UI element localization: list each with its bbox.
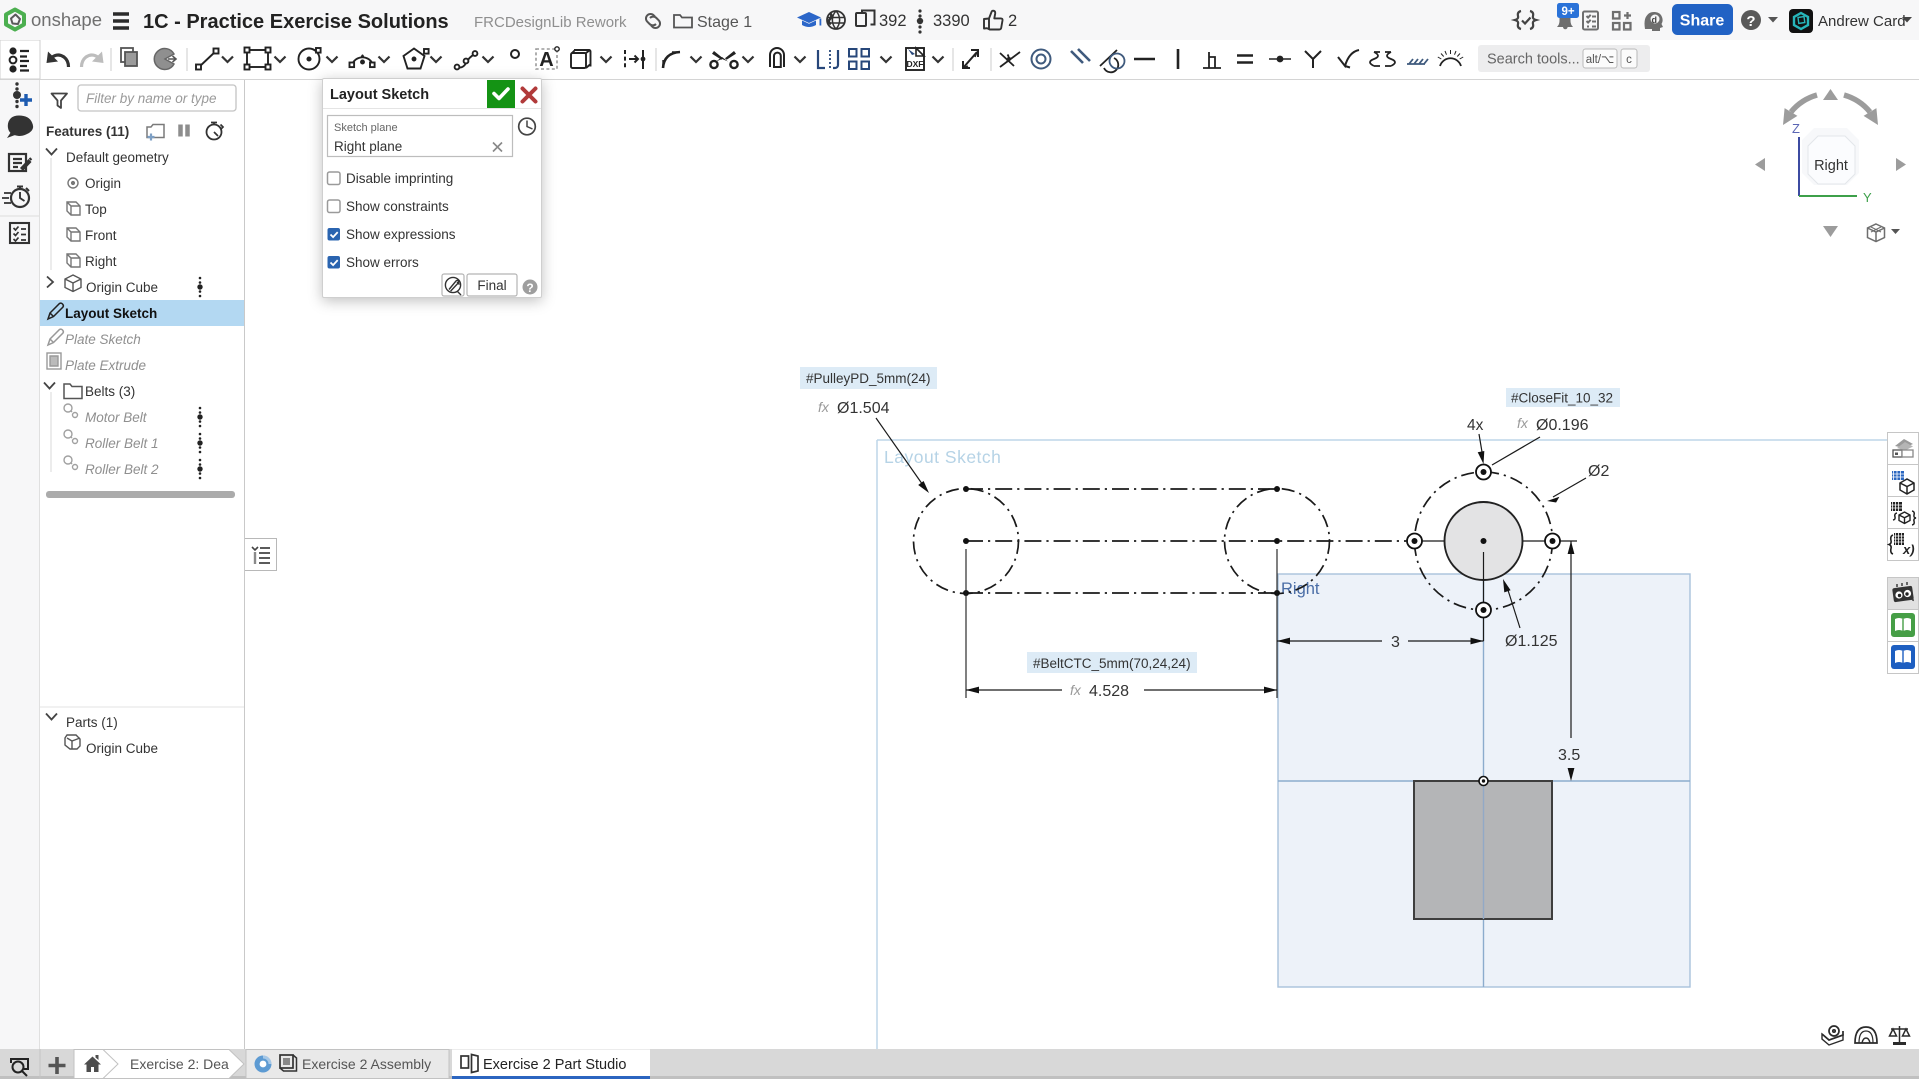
svg-text:FRCDesignLib Rework: FRCDesignLib Rework <box>474 14 627 31</box>
svg-text:fx: fx <box>1517 415 1529 431</box>
svg-text:fx: fx <box>818 399 830 415</box>
svg-text:Exercise 2 Assembly: Exercise 2 Assembly <box>302 1056 431 1072</box>
svg-text:Origin: Origin <box>85 176 121 191</box>
svg-text:Ø2: Ø2 <box>1588 463 1609 480</box>
svg-text:2: 2 <box>1008 12 1017 30</box>
svg-text:Right: Right <box>1281 580 1320 598</box>
svg-text:Layout Sketch: Layout Sketch <box>330 87 429 103</box>
svg-text:Ø1.125: Ø1.125 <box>1505 633 1558 650</box>
svg-text:Features (11): Features (11) <box>46 124 129 139</box>
svg-text:Andrew Card: Andrew Card <box>1818 13 1906 30</box>
svg-text:d: d <box>1652 15 1658 25</box>
svg-text:DXF: DXF <box>907 59 924 69</box>
svg-text:9+: 9+ <box>1561 6 1574 18</box>
svg-text:Right: Right <box>1814 158 1848 174</box>
svg-text:4x: 4x <box>1467 417 1484 434</box>
svg-text:Final: Final <box>477 278 506 293</box>
svg-text:Stage 1: Stage 1 <box>697 14 752 31</box>
svg-text:Plate Extrude: Plate Extrude <box>65 358 146 373</box>
svg-text:Belts (3): Belts (3) <box>85 384 135 399</box>
svg-text:Right plane: Right plane <box>334 139 402 154</box>
svg-text:Plate Sketch: Plate Sketch <box>65 332 141 347</box>
svg-text:Search tools...: Search tools... <box>1487 52 1580 68</box>
svg-text:A: A <box>539 49 553 71</box>
svg-text:Origin Cube: Origin Cube <box>86 741 158 756</box>
svg-text:c: c <box>1626 54 1632 66</box>
svg-text:Layout Sketch: Layout Sketch <box>884 447 1001 467</box>
svg-text:Show constraints: Show constraints <box>346 199 449 214</box>
svg-text:fx: fx <box>1070 682 1082 698</box>
svg-text:#PulleyPD_5mm(24): #PulleyPD_5mm(24) <box>806 371 931 386</box>
svg-text:Parts (1): Parts (1) <box>66 715 118 730</box>
svg-text:1C - Practice Exercise Solutio: 1C - Practice Exercise Solutions <box>143 11 449 33</box>
svg-text:Layout Sketch: Layout Sketch <box>65 306 157 321</box>
svg-text:Show errors: Show errors <box>346 255 419 270</box>
svg-text:Origin Cube: Origin Cube <box>86 280 158 295</box>
svg-text:Front: Front <box>85 228 117 243</box>
svg-text:alt/⌥: alt/⌥ <box>1586 54 1615 66</box>
svg-text:4.528: 4.528 <box>1089 683 1129 700</box>
svg-text:#BeltCTC_5mm(70,24,24): #BeltCTC_5mm(70,24,24) <box>1033 656 1191 671</box>
svg-text:?: ? <box>1746 13 1755 30</box>
svg-text:Ø0.196: Ø0.196 <box>1536 417 1589 434</box>
svg-text:Ø1.504: Ø1.504 <box>837 400 890 417</box>
svg-text:Motor Belt: Motor Belt <box>85 410 148 425</box>
svg-text:Show expressions: Show expressions <box>346 227 456 242</box>
svg-text:Default geometry: Default geometry <box>66 150 169 165</box>
svg-text:onshape: onshape <box>31 9 102 30</box>
svg-text:x): x) <box>1902 542 1915 557</box>
svg-text:Roller Belt 1: Roller Belt 1 <box>85 436 159 451</box>
svg-text:Exercise 2: Dea: Exercise 2: Dea <box>130 1056 229 1072</box>
svg-text:Exercise 2 Part Studio: Exercise 2 Part Studio <box>483 1057 626 1073</box>
svg-text:3.5: 3.5 <box>1558 747 1580 764</box>
svg-text:392: 392 <box>879 12 907 30</box>
svg-text:3: 3 <box>1391 634 1400 651</box>
svg-text:?: ? <box>526 281 533 295</box>
svg-text:Right: Right <box>85 254 117 269</box>
svg-text:Z: Z <box>1792 121 1800 136</box>
svg-text:Roller Belt 2: Roller Belt 2 <box>85 462 159 477</box>
svg-text:Sketch plane: Sketch plane <box>334 122 398 134</box>
svg-text:#CloseFit_10_32: #CloseFit_10_32 <box>1511 391 1613 406</box>
svg-text:3390: 3390 <box>933 12 970 30</box>
svg-text:Y: Y <box>1863 190 1872 205</box>
svg-text:Disable imprinting: Disable imprinting <box>346 171 453 186</box>
svg-text:Share: Share <box>1680 13 1725 30</box>
svg-text:Filter by name or type: Filter by name or type <box>86 91 217 106</box>
svg-text:Top: Top <box>85 202 107 217</box>
